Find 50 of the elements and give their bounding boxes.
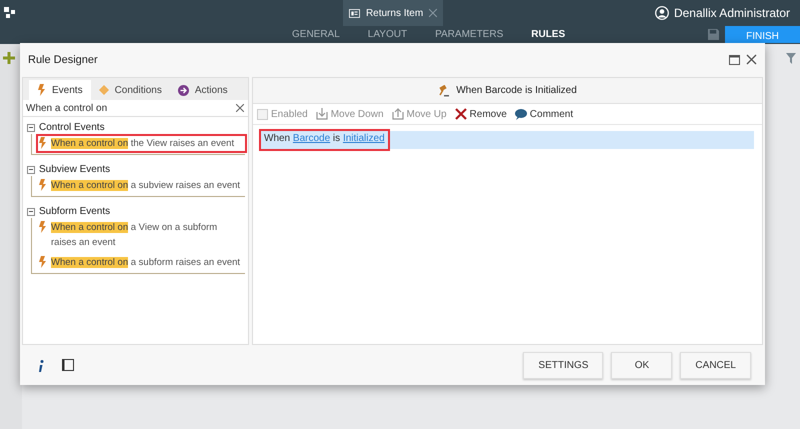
collapse-toggle[interactable]: [27, 208, 35, 216]
dialog-button[interactable]: SETTINGS: [523, 352, 604, 378]
lightning-icon: [38, 179, 47, 191]
panel-tab[interactable]: Actions: [170, 80, 236, 100]
dialog-title: Rule Designer: [28, 52, 98, 68]
lightning-icon: [38, 137, 47, 149]
toolbar-button[interactable]: Comment: [514, 106, 574, 122]
nav-tab[interactable]: RULES: [531, 26, 566, 44]
toolbar-button[interactable]: Remove: [454, 106, 507, 122]
panel-tab[interactable]: Conditions: [90, 80, 170, 100]
panel-tab[interactable]: Events: [29, 80, 91, 100]
form-tab[interactable]: Returns Item: [343, 0, 443, 26]
panel-icon[interactable]: [62, 359, 74, 371]
apps-icon[interactable]: [4, 7, 16, 19]
collapse-toggle[interactable]: [27, 166, 35, 174]
form-icon: [349, 8, 360, 18]
filter-icon[interactable]: [786, 53, 796, 64]
group-label[interactable]: Control Events: [39, 120, 105, 135]
move-up-icon: [392, 108, 404, 120]
group-label[interactable]: Subview Events: [39, 162, 110, 177]
diamond-icon: [98, 85, 109, 95]
lightning-icon: [38, 221, 47, 233]
rule-title: When Barcode is Initialized: [456, 84, 577, 98]
nav-tab[interactable]: PARAMETERS: [435, 26, 504, 44]
clear-icon[interactable]: [236, 104, 244, 112]
rule-text: When Barcode is Initialized: [261, 131, 388, 149]
dialog-button[interactable]: CANCEL: [680, 352, 751, 378]
event-item[interactable]: When a control on a subform raises an event: [51, 255, 240, 270]
event-item[interactable]: When a control on a View on a subform raises an event: [51, 220, 245, 250]
close-icon[interactable]: [746, 54, 757, 65]
user-icon[interactable]: [654, 6, 669, 20]
group-label[interactable]: Subform Events: [39, 204, 110, 219]
gavel-icon: [438, 84, 450, 96]
maximize-icon[interactable]: [729, 55, 740, 65]
nav-tab[interactable]: GENERAL: [292, 26, 340, 44]
collapse-toggle[interactable]: [27, 124, 35, 132]
checkbox-icon: [257, 108, 268, 120]
user-name[interactable]: Denallix Administrator: [674, 4, 790, 22]
info-icon[interactable]: [38, 360, 44, 373]
dialog-button[interactable]: OK: [611, 352, 672, 378]
add-icon[interactable]: [3, 52, 15, 64]
speech-bubble-icon: [514, 108, 527, 120]
lightning-icon: [37, 84, 46, 96]
lightning-icon: [38, 256, 47, 268]
search-field[interactable]: When a control on: [23, 100, 248, 117]
event-item[interactable]: When a control on a subview raises an event: [51, 178, 240, 193]
cross-icon: [454, 108, 467, 120]
nav-tab[interactable]: LAYOUT: [368, 26, 408, 44]
arrow-icon: [178, 84, 189, 96]
move-down-icon: [316, 108, 328, 120]
